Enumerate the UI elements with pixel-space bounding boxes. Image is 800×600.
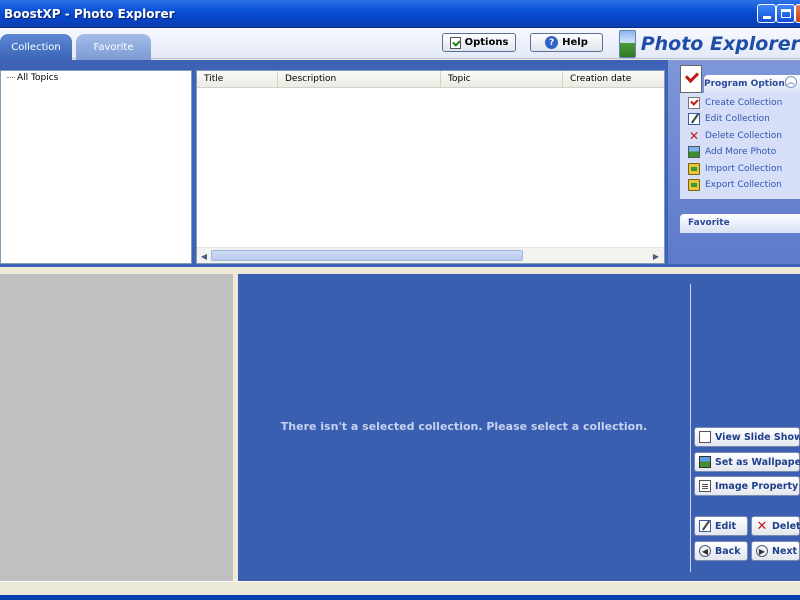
favorite-panel-header[interactable]: Favorite: [680, 214, 800, 233]
tab-favorite[interactable]: Favorite: [76, 34, 151, 60]
export-collection-link[interactable]: Export Collection: [688, 178, 782, 192]
import-collection-link[interactable]: Import Collection: [688, 162, 782, 176]
photo-icon: [688, 146, 700, 158]
slideshow-icon: [699, 431, 711, 443]
column-header-title[interactable]: Title: [197, 71, 278, 88]
edit-button[interactable]: Edit: [694, 516, 748, 536]
back-arrow-icon: ◀: [699, 545, 711, 557]
delete-button-label: Delete: [772, 520, 800, 532]
maximize-icon: [780, 9, 791, 18]
edit-icon: [699, 520, 711, 532]
view-slide-show-button[interactable]: View Slide Show: [694, 427, 800, 447]
no-collection-message: There isn't a selected collection. Pleas…: [280, 420, 648, 433]
checklist-icon: [680, 65, 702, 93]
view-slide-show-label: View Slide Show: [715, 431, 800, 443]
program-options-list: Create Collection Edit Collection ✕ Dele…: [680, 93, 800, 199]
maximize-button[interactable]: [776, 4, 795, 23]
create-collection-label: Create Collection: [705, 98, 783, 108]
delete-collection-label: Delete Collection: [705, 131, 782, 141]
window-bottom-edge: [0, 595, 800, 600]
tree-node-label: All Topics: [17, 73, 59, 83]
help-icon: ?: [545, 36, 559, 49]
close-button[interactable]: [795, 4, 800, 23]
column-header-creation-date[interactable]: Creation date: [563, 71, 664, 88]
tab-collection[interactable]: Collection: [0, 34, 72, 60]
checkmark-icon: [688, 97, 700, 109]
app-logo: Photo Explorer: [619, 28, 800, 59]
landscape-photo-icon: [619, 29, 636, 58]
options-icon: [449, 36, 461, 49]
help-button[interactable]: ? Help: [530, 33, 603, 52]
next-arrow-icon: ▶: [756, 545, 768, 557]
image-property-button[interactable]: Image Property: [694, 476, 800, 496]
horizontal-scrollbar[interactable]: ◀ ▶: [197, 247, 664, 263]
scrollbar-thumb[interactable]: [211, 250, 523, 261]
set-as-wallpaper-button[interactable]: Set as Wallpaper: [694, 452, 800, 472]
next-button[interactable]: ▶ Next: [751, 541, 800, 561]
create-collection-link[interactable]: Create Collection: [688, 96, 782, 110]
scroll-right-icon[interactable]: ▶: [650, 250, 662, 262]
viewer-divider-line: [690, 284, 691, 572]
status-bar: [0, 581, 800, 600]
back-button[interactable]: ◀ Back: [694, 541, 748, 561]
options-button-label: Options: [464, 37, 509, 48]
window-title: BoostXP - Photo Explorer: [4, 7, 175, 21]
column-header-description[interactable]: Description: [278, 71, 441, 88]
export-collection-label: Export Collection: [705, 180, 782, 190]
delete-button[interactable]: ✕ Delete: [751, 516, 800, 536]
scroll-left-icon[interactable]: ◀: [198, 250, 210, 262]
list-header: Title Description Topic Creation date: [197, 71, 664, 88]
options-button[interactable]: Options: [442, 33, 516, 52]
logo-text: Photo Explorer: [640, 32, 800, 55]
help-button-label: Help: [562, 37, 588, 48]
topic-tree[interactable]: All Topics: [0, 70, 192, 264]
add-more-photo-label: Add More Photo: [705, 147, 777, 157]
program-options-header[interactable]: Program Options ︽: [680, 65, 800, 95]
edit-icon: [688, 113, 700, 125]
import-collection-label: Import Collection: [705, 164, 783, 174]
collection-list[interactable]: Title Description Topic Creation date ◀ …: [196, 70, 665, 264]
export-icon: [688, 179, 700, 191]
document-icon: [699, 480, 711, 492]
delete-icon: ✕: [688, 129, 700, 143]
title-bar: BoostXP - Photo Explorer: [0, 0, 800, 28]
add-more-photo-link[interactable]: Add More Photo: [688, 145, 776, 159]
horizontal-splitter[interactable]: [0, 264, 800, 274]
column-header-topic[interactable]: Topic: [441, 71, 563, 88]
wallpaper-icon: [699, 456, 711, 468]
edit-button-label: Edit: [715, 520, 737, 532]
delete-icon: ✕: [756, 518, 768, 534]
minimize-icon: [762, 16, 771, 19]
edit-collection-label: Edit Collection: [705, 114, 770, 124]
back-button-label: Back: [715, 545, 741, 557]
minimize-button[interactable]: [757, 4, 776, 23]
edit-collection-link[interactable]: Edit Collection: [688, 112, 770, 126]
tree-node-all-topics[interactable]: All Topics: [7, 73, 58, 83]
import-icon: [688, 163, 700, 175]
set-as-wallpaper-label: Set as Wallpaper: [715, 456, 800, 468]
collapse-icon[interactable]: ︽: [785, 76, 797, 88]
image-property-label: Image Property: [715, 480, 799, 492]
thumbnail-pane[interactable]: [0, 274, 233, 581]
delete-collection-link[interactable]: ✕ Delete Collection: [688, 129, 782, 143]
next-button-label: Next: [772, 545, 798, 557]
